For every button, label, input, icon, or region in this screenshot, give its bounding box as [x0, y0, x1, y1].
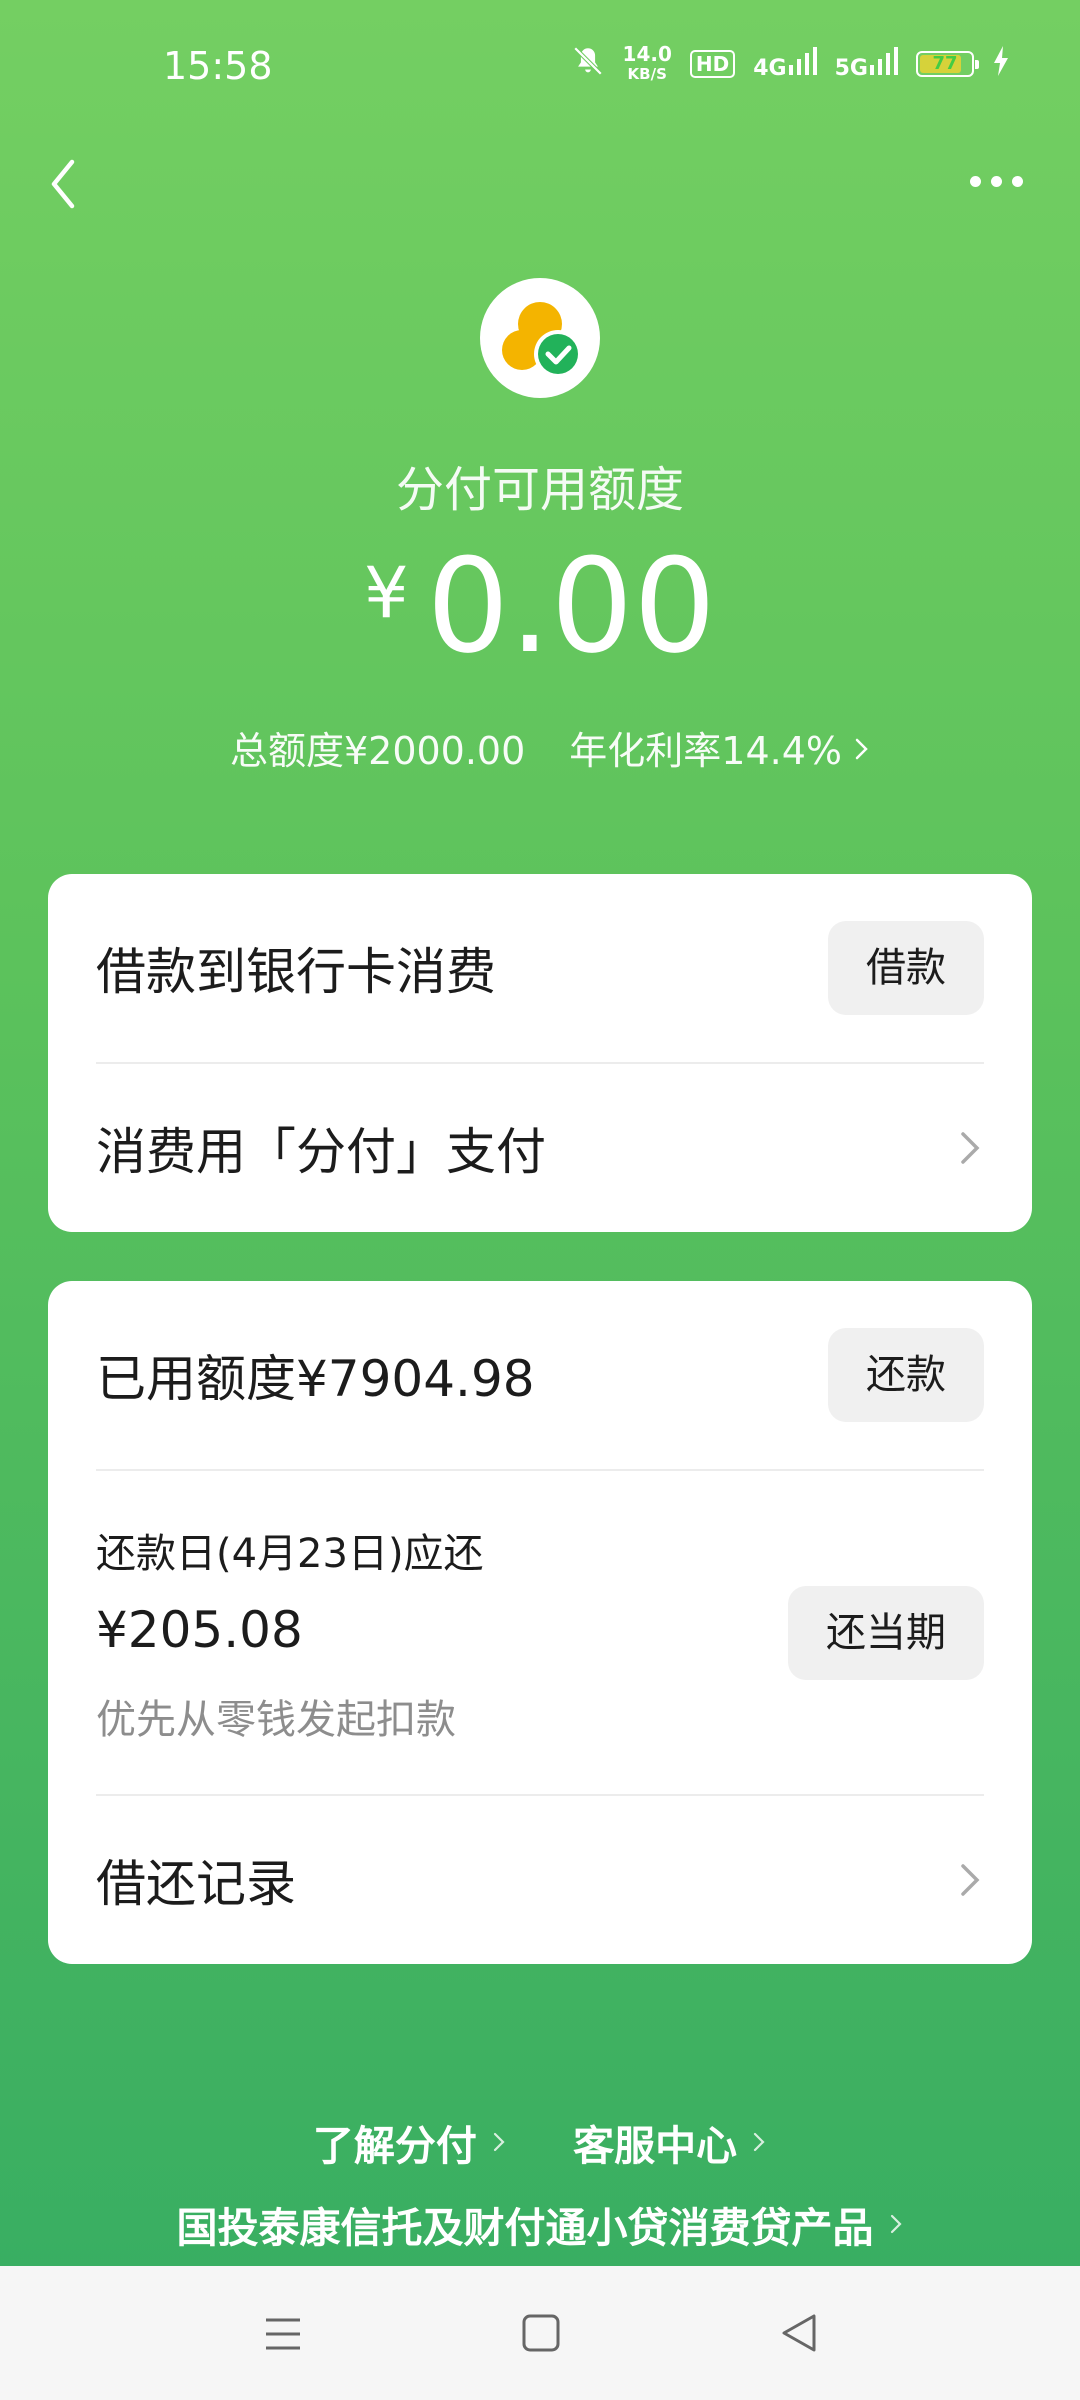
used-limit-label: 已用额度¥7904.98	[96, 1350, 535, 1408]
charging-icon	[992, 46, 1010, 82]
signal-4g: 4G	[753, 47, 817, 81]
battery-level: 77	[932, 53, 958, 74]
battery-icon: 77	[916, 51, 979, 77]
back-nav-icon[interactable]	[778, 2312, 820, 2354]
more-dot-icon	[1012, 175, 1023, 187]
more-dot-icon	[970, 175, 981, 187]
chevron-right-icon	[855, 738, 868, 760]
pay-with-fenfu-label: 消费用「分付」支付	[96, 1123, 546, 1181]
loan-label: 借款到银行卡消费	[96, 943, 496, 1001]
page-title: 分付可用额度	[395, 462, 684, 518]
due-info: 还款日(4月23日)应还 ¥205.08 优先从零钱发起扣款	[96, 1521, 484, 1745]
records-row[interactable]: 借还记录	[48, 1796, 1032, 1964]
customer-service-label: 客服中心	[573, 2122, 738, 2170]
chevron-right-icon	[754, 2132, 765, 2152]
total-limit: 总额度¥2000.00	[229, 729, 526, 773]
signal-bars-icon	[870, 47, 898, 75]
records-label: 借还记录	[96, 1855, 296, 1913]
status-time: 15:58	[163, 44, 273, 88]
available-amount-value: 0.00	[426, 530, 716, 682]
repay-button[interactable]: 还款	[828, 1328, 984, 1422]
net-speed-value: 14.0	[622, 42, 672, 66]
fenfu-logo-icon	[502, 302, 582, 378]
loan-card: 借款到银行卡消费 借款 消费用「分付」支付	[48, 874, 1032, 1232]
learn-fenfu-link[interactable]: 了解分付	[313, 2112, 507, 2172]
more-options-button[interactable]	[970, 166, 1030, 196]
product-label: 国投泰康信托及财付通小贷消费贷产品	[176, 2204, 874, 2252]
product-info: 国投泰康信托及财付通小贷消费贷产品	[0, 2194, 1080, 2254]
signal-5g: 5G	[835, 47, 898, 81]
chevron-right-icon	[493, 2132, 505, 2152]
limit-info[interactable]: 总额度¥2000.00 年化利率14.4%	[0, 720, 1080, 775]
used-limit-row: 已用额度¥7904.98 还款	[48, 1281, 1032, 1469]
net-speed-unit: KB/S	[627, 65, 667, 83]
due-row: 还款日(4月23日)应还 ¥205.08 优先从零钱发起扣款 还当期	[48, 1471, 1032, 1794]
chevron-right-icon	[961, 1864, 980, 1896]
system-nav-bar	[0, 2266, 1080, 2400]
net-speed: 14.0 KB/S	[623, 44, 672, 84]
product-link[interactable]: 国投泰康信托及财付通小贷消费贷产品	[177, 2194, 904, 2254]
status-icons: 14.0 KB/S HD 4G 5G 77	[571, 44, 1010, 84]
due-amount: ¥205.08	[96, 1600, 303, 1659]
back-arrow-icon	[51, 159, 75, 209]
back-button[interactable]	[44, 150, 94, 220]
loan-row: 借款到银行卡消费 借款	[48, 874, 1032, 1062]
signal-bars-icon	[788, 47, 817, 75]
more-dot-icon	[991, 175, 1002, 187]
signal-5g-label: 5G	[834, 56, 868, 81]
home-icon[interactable]	[520, 2312, 562, 2354]
chevron-right-icon	[961, 1132, 980, 1164]
fenfu-logo	[480, 278, 600, 398]
due-note: 优先从零钱发起扣款	[96, 1696, 456, 1743]
learn-fenfu-label: 了解分付	[312, 2122, 477, 2170]
due-date-label: 还款日(4月23日)应还	[96, 1530, 484, 1577]
signal-4g-label: 4G	[753, 56, 787, 81]
menu-icon[interactable]	[262, 2314, 304, 2354]
status-bar: 15:58 14.0 KB/S HD 4G 5G 77	[0, 0, 1080, 140]
chevron-right-icon	[890, 2214, 902, 2234]
customer-service-link[interactable]: 客服中心	[573, 2112, 767, 2172]
currency-symbol: ¥	[364, 552, 409, 634]
repay-current-button[interactable]: 还当期	[788, 1585, 984, 1680]
footer-links: 了解分付 客服中心	[0, 2112, 1080, 2172]
mute-bell-icon	[571, 44, 605, 84]
loan-button[interactable]: 借款	[828, 921, 984, 1015]
repay-card: 已用额度¥7904.98 还款 还款日(4月23日)应还 ¥205.08 优先从…	[48, 1281, 1032, 1964]
hd-badge: HD	[689, 50, 736, 78]
annual-rate: 年化利率14.4%	[569, 729, 843, 773]
pay-with-fenfu-row[interactable]: 消费用「分付」支付	[48, 1064, 1032, 1232]
available-amount: ¥0.00	[0, 530, 1080, 682]
